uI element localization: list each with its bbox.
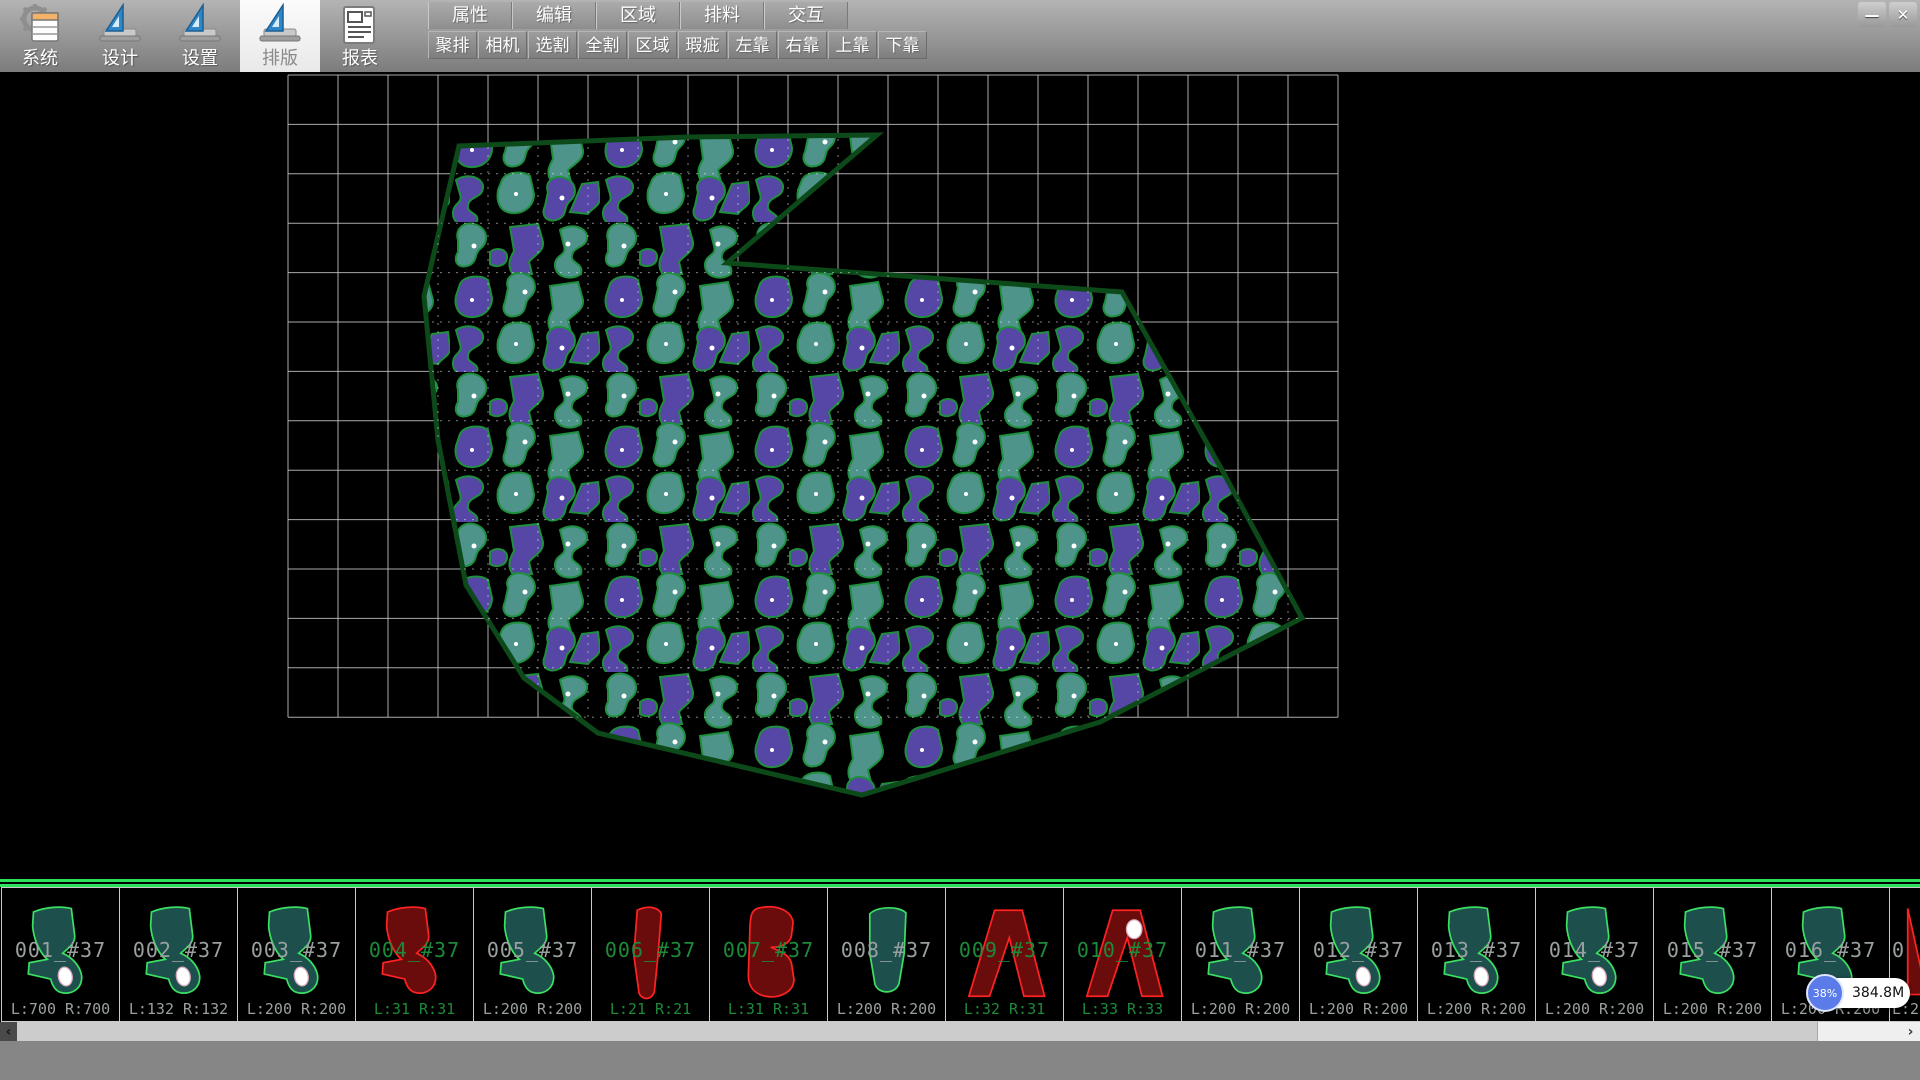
system-button[interactable]: 系统	[0, 0, 80, 72]
part-thumbnail[interactable]: 014_#37 L:200 R:200	[1535, 887, 1654, 1022]
report-button-label: 报表	[342, 48, 378, 70]
settings-button[interactable]: 设置	[160, 0, 240, 72]
tool-align-top[interactable]: 上靠	[828, 31, 877, 59]
minimize-button[interactable]: —	[1858, 2, 1886, 27]
parts-strip: 001_#37 L:700 R:700 002_#37 L:132 R:132 …	[0, 879, 1920, 1022]
part-lr-count-label: L:200 R:200	[238, 1000, 355, 1018]
part-lr-count-label: L:31 R:31	[356, 1000, 473, 1018]
part-thumbnail[interactable]: 003_#37 L:200 R:200	[237, 887, 356, 1022]
design-button[interactable]: 设计	[80, 0, 160, 72]
part-thumbnail[interactable]: 002_#37 L:132 R:132	[119, 887, 238, 1022]
part-id-label: 015_#37	[1654, 938, 1771, 962]
part-thumbnail[interactable]: 005_#37 L:200 R:200	[473, 887, 592, 1022]
tool-align-left[interactable]: 左靠	[728, 31, 777, 59]
part-thumbnail[interactable]: 001_#37 L:700 R:700	[1, 887, 120, 1022]
part-lr-count-label: L:200 R:200	[1300, 1000, 1417, 1018]
nesting-canvas[interactable]	[0, 72, 1920, 879]
gear-table-icon	[18, 3, 62, 47]
part-id-label: 011_#37	[1182, 938, 1299, 962]
tab-edit[interactable]: 编辑	[512, 2, 596, 29]
tool-button-row: 聚排 相机 选割 全割 区域 瑕疵 左靠 右靠 上靠 下靠	[428, 31, 928, 59]
tool-align-right[interactable]: 右靠	[778, 31, 827, 59]
part-lr-count-label: L:200 R:200	[1182, 1000, 1299, 1018]
ruler-laptop-icon	[178, 3, 222, 47]
part-id-label: 009_#37	[946, 938, 1063, 962]
part-id-label: 002_#37	[120, 938, 237, 962]
tool-cut-all[interactable]: 全割	[578, 31, 627, 59]
part-id-label: 005_#37	[474, 938, 591, 962]
report-icon	[338, 3, 382, 47]
part-id-label: 007_#37	[710, 938, 827, 962]
part-id-label: 012_#37	[1300, 938, 1417, 962]
part-lr-count-label: L:200 R:200	[1654, 1000, 1771, 1018]
part-thumbnail[interactable]: 008_#37 L:200 R:200	[827, 887, 946, 1022]
part-lr-count-label: L:200 R:200	[474, 1000, 591, 1018]
part-id-label: 008_#37	[828, 938, 945, 962]
system-button-label: 系统	[22, 48, 58, 70]
tool-region[interactable]: 区域	[628, 31, 677, 59]
part-id-label: 0	[1890, 938, 1920, 962]
part-lr-count-label: L:33 R:33	[1064, 1000, 1181, 1018]
part-id-label: 001_#37	[2, 938, 119, 962]
part-id-label: 006_#37	[592, 938, 709, 962]
part-thumbnail-list: 001_#37 L:700 R:700 002_#37 L:132 R:132 …	[1, 887, 1920, 1022]
part-thumbnail[interactable]: 011_#37 L:200 R:200	[1181, 887, 1300, 1022]
tab-nesting[interactable]: 排料	[680, 2, 764, 29]
tool-defect[interactable]: 瑕疵	[678, 31, 727, 59]
part-id-label: 004_#37	[356, 938, 473, 962]
part-thumbnail[interactable]: 012_#37 L:200 R:200	[1299, 887, 1418, 1022]
leather-hide-shape[interactable]	[424, 135, 1302, 795]
tool-select-cut[interactable]: 选割	[528, 31, 577, 59]
part-lr-count-label: L:21 R:21	[592, 1000, 709, 1018]
settings-button-label: 设置	[182, 48, 218, 70]
main-button-group: 系统 设计 设置 排版 报表	[0, 0, 400, 72]
tool-cluster-nest[interactable]: 聚排	[428, 31, 477, 59]
scroll-left-arrow[interactable]: ‹	[0, 1022, 17, 1041]
tab-region[interactable]: 区域	[596, 2, 680, 29]
tool-align-bottom[interactable]: 下靠	[878, 31, 927, 59]
toolbar: 系统 设计 设置 排版 报表 属性 编辑 区域 排料 交互 聚排 相机 选割 全…	[0, 0, 1920, 74]
memory-amount-label: 384.8M	[1852, 985, 1904, 1001]
part-lr-count-label: L:700 R:700	[2, 1000, 119, 1018]
part-thumbnail[interactable]: 007_#37 L:31 R:31	[709, 887, 828, 1022]
part-id-label: 014_#37	[1536, 938, 1653, 962]
menu-tab-row: 属性 编辑 区域 排料 交互	[428, 2, 848, 29]
report-button[interactable]: 报表	[320, 0, 400, 72]
layout-button-label: 排版	[262, 48, 298, 70]
part-thumbnail[interactable]: 010_#37 L:33 R:33	[1063, 887, 1182, 1022]
part-thumbnail[interactable]: 013_#37 L:200 R:200	[1417, 887, 1536, 1022]
horizontal-scrollbar: ‹ ›	[0, 1022, 1920, 1041]
part-id-label: 016_#37	[1772, 938, 1889, 962]
ruler-laptop-icon	[98, 3, 142, 47]
tool-camera[interactable]: 相机	[478, 31, 527, 59]
layout-button[interactable]: 排版	[240, 0, 320, 72]
part-id-label: 013_#37	[1418, 938, 1535, 962]
part-lr-count-label: L:200 R:200	[828, 1000, 945, 1018]
memory-percent-circle: 38%	[1806, 974, 1844, 1012]
part-thumbnail[interactable]: 009_#37 L:32 R:31	[945, 887, 1064, 1022]
part-id-label: 010_#37	[1064, 938, 1181, 962]
part-thumbnail[interactable]: 006_#37 L:21 R:21	[591, 887, 710, 1022]
part-thumbnail[interactable]: 004_#37 L:31 R:31	[355, 887, 474, 1022]
tab-interaction[interactable]: 交互	[764, 2, 848, 29]
part-lr-count-label: L:32 R:31	[946, 1000, 1063, 1018]
scroll-right-arrow[interactable]: ›	[1902, 1022, 1919, 1041]
part-lr-count-label: L:200 R:200	[1418, 1000, 1535, 1018]
design-button-label: 设计	[102, 48, 138, 70]
part-id-label: 003_#37	[238, 938, 355, 962]
close-button[interactable]: ✕	[1889, 2, 1917, 27]
part-thumbnail[interactable]: 015_#37 L:200 R:200	[1653, 887, 1772, 1022]
window-controls: — ✕	[1858, 2, 1917, 27]
memory-badge[interactable]: 38% 384.8M	[1806, 974, 1916, 1014]
part-lr-count-label: L:200 R:200	[1536, 1000, 1653, 1018]
status-bar	[0, 1041, 1920, 1080]
ruler-laptop-icon	[258, 3, 302, 47]
part-lr-count-label: L:31 R:31	[710, 1000, 827, 1018]
scrollbar-thumb[interactable]	[17, 1022, 1818, 1041]
tab-properties[interactable]: 属性	[428, 2, 512, 29]
part-lr-count-label: L:132 R:132	[120, 1000, 237, 1018]
